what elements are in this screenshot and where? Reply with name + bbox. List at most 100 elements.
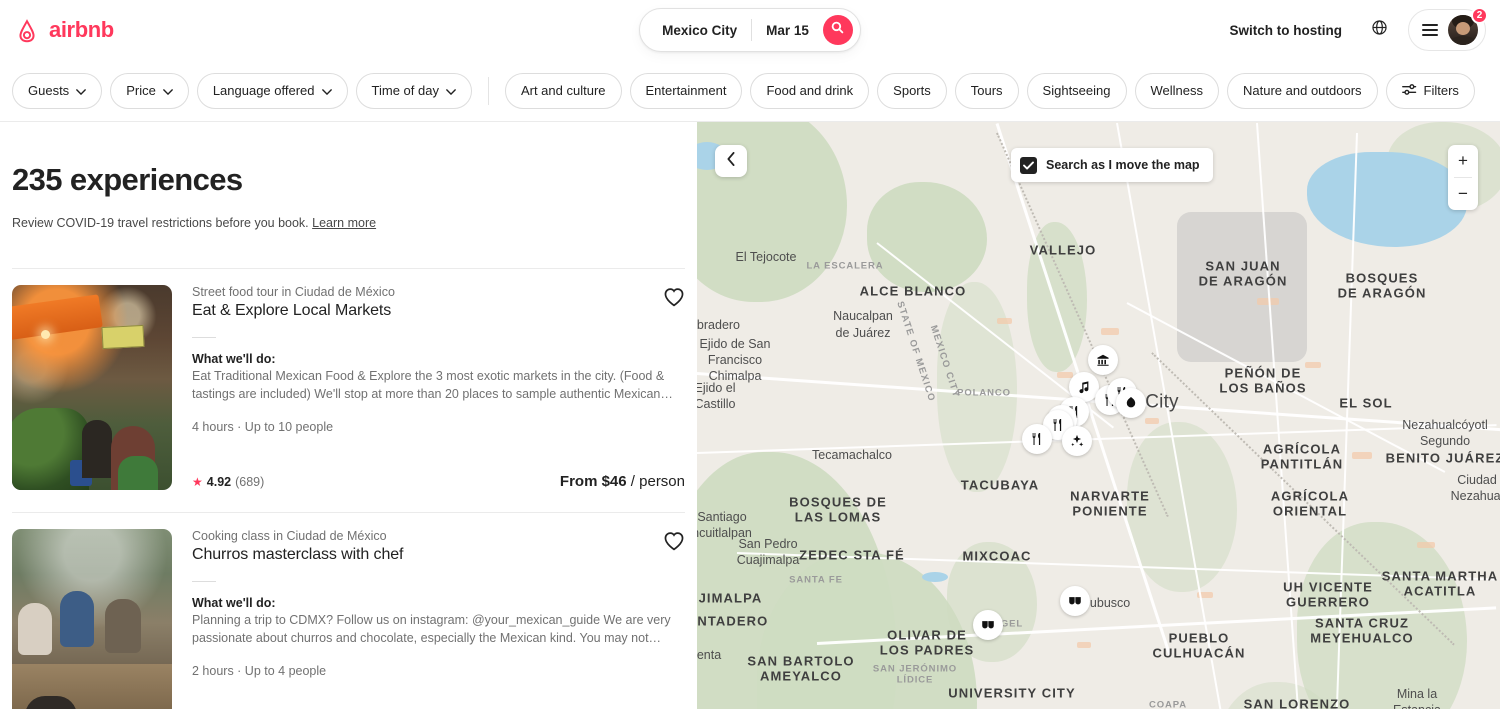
map-zoom-controls: + −	[1448, 145, 1478, 210]
map-label: POLANCO	[957, 389, 1011, 400]
map-label: LA ESCALERA	[806, 262, 883, 273]
covid-notice-text: Review COVID-19 travel restrictions befo…	[12, 216, 309, 230]
category-food-and-drink[interactable]: Food and drink	[750, 73, 869, 109]
listing-list: Street food tour in Ciudad de México Eat…	[12, 268, 685, 709]
search-bar[interactable]: Mexico City Mar 15	[639, 8, 861, 52]
filter-price[interactable]: Price	[110, 73, 189, 109]
airbnb-logo[interactable]: airbnb	[12, 15, 114, 45]
search-as-i-move-checkbox[interactable]	[1020, 157, 1037, 174]
map-panel[interactable]: VALLEJOEl TejocoteLA ESCALERAALCE BLANCO…	[697, 122, 1500, 709]
map-label: TACUBAYA	[961, 479, 1039, 494]
map-zoom-out-button[interactable]: −	[1448, 178, 1478, 210]
filter-language-offered[interactable]: Language offered	[197, 73, 348, 109]
filter-language-offered-label: Language offered	[213, 83, 315, 98]
map-label: LAS LOMAS	[795, 511, 881, 526]
category-nature-and-outdoors[interactable]: Nature and outdoors	[1227, 73, 1378, 109]
category-wellness[interactable]: Wellness	[1135, 73, 1220, 109]
filters-button[interactable]: Filters	[1386, 73, 1475, 109]
map-label: MEYEHUALCO	[1310, 632, 1413, 647]
map-zoom-in-button[interactable]: +	[1448, 145, 1478, 177]
map-pin-building[interactable]	[1088, 345, 1118, 375]
map-label: BOSQUES	[1346, 272, 1419, 287]
results-panel[interactable]: 235 experiences Review COVID-19 travel r…	[0, 122, 697, 709]
filter-time-of-day[interactable]: Time of day	[356, 73, 472, 109]
filters-icon	[1402, 83, 1417, 99]
map-pin-theater[interactable]	[1060, 586, 1090, 616]
chevron-down-icon	[322, 83, 332, 98]
category-sports[interactable]: Sports	[877, 73, 947, 109]
save-to-wishlist-button[interactable]	[663, 287, 685, 312]
search-location-value[interactable]: Mexico City	[662, 23, 751, 38]
map-label: UNIVERSITY CITY	[948, 687, 1076, 702]
category-tours[interactable]: Tours	[955, 73, 1019, 109]
covid-learn-more-link[interactable]: Learn more	[312, 216, 376, 230]
map-pin-sparkle[interactable]	[1062, 426, 1092, 456]
map-label: PUEBLO	[1169, 632, 1230, 647]
map-pin-food[interactable]	[1022, 424, 1052, 454]
map-label: enta	[697, 648, 721, 662]
filter-guests-label: Guests	[28, 83, 69, 98]
map-label: SANTA FE	[789, 576, 843, 587]
search-dates-value[interactable]: Mar 15	[752, 23, 823, 38]
language-globe-button[interactable]	[1360, 11, 1398, 49]
map-label: LOS BAÑOS	[1219, 382, 1306, 397]
listing-card[interactable]: Street food tour in Ciudad de México Eat…	[12, 268, 685, 512]
map-label: Nezahual	[1451, 489, 1500, 503]
listing-card[interactable]: Cooking class in Ciudad de México Churro…	[12, 512, 685, 709]
map-label: El Tejocote	[736, 250, 797, 264]
map-collapse-button[interactable]	[715, 145, 747, 177]
star-icon: ★	[192, 476, 203, 488]
filter-time-of-day-label: Time of day	[372, 83, 439, 98]
map-label: SANTA CRUZ	[1315, 617, 1409, 632]
airbnb-experiences-page: airbnb Mexico City Mar 15 Switch to host…	[0, 0, 1500, 709]
map-label: DE ARAGÓN	[1199, 275, 1288, 290]
music-icon	[1077, 380, 1091, 394]
category-art-and-culture[interactable]: Art and culture	[505, 73, 622, 109]
category-sightseeing[interactable]: Sightseeing	[1027, 73, 1127, 109]
map-label: NARVARTE	[1070, 490, 1150, 505]
listing-description: Eat Traditional Mexican Food & Explore t…	[192, 368, 685, 404]
save-to-wishlist-button[interactable]	[663, 531, 685, 556]
map-label: Mina la	[1397, 687, 1437, 701]
listing-meta: 4 hours · Up to 10 people	[192, 420, 685, 434]
map-label: LÍDICE	[897, 676, 934, 687]
map-label: Castillo	[697, 397, 736, 411]
map-label: City	[1145, 391, 1179, 412]
search-as-i-move-toggle[interactable]: Search as I move the map	[1011, 148, 1213, 182]
map-label: UH VICENTE	[1283, 581, 1373, 596]
listing-what-label: What we'll do:	[192, 352, 685, 366]
filter-guests[interactable]: Guests	[12, 73, 102, 109]
map-label: Francisco	[708, 353, 762, 367]
leaf-icon	[1124, 396, 1138, 410]
map-pin-leaf[interactable]	[1116, 388, 1146, 418]
hamburger-icon	[1422, 24, 1438, 36]
chevron-down-icon	[446, 83, 456, 98]
search-button[interactable]	[823, 15, 853, 45]
switch-to-hosting-link[interactable]: Switch to hosting	[1218, 13, 1355, 48]
search-as-i-move-label: Search as I move the map	[1046, 158, 1200, 172]
map-label: Cuajimalpa	[737, 553, 800, 567]
map-label: MIXCOAC	[962, 550, 1031, 565]
map-label: Naucalpan	[833, 309, 893, 323]
map-label: SAN JUAN	[1205, 260, 1280, 275]
listing-footer: ★ 4.92 (689) From $46 / person	[192, 473, 685, 490]
sparkle-icon	[1070, 434, 1084, 448]
search-icon	[831, 21, 844, 39]
map-label: ALCE BLANCO	[860, 285, 967, 300]
map-label: ZEDEC STA FÉ	[799, 549, 905, 564]
map-pin-theater[interactable]	[973, 610, 1003, 640]
filter-bar: Guests Price Language offered Time of da…	[0, 60, 1500, 122]
profile-menu-button[interactable]: 2	[1408, 9, 1486, 51]
map-label: SANTA MARTHA	[1382, 570, 1498, 585]
food-icon	[1030, 432, 1044, 446]
category-entertainment[interactable]: Entertainment	[630, 73, 743, 109]
chevron-left-icon	[726, 152, 736, 171]
airbnb-logo-icon	[12, 15, 42, 45]
map-label: Ejido de San	[700, 337, 771, 351]
listing-title[interactable]: Churros masterclass with chef	[192, 546, 685, 564]
listing-thumbnail[interactable]	[12, 285, 172, 490]
listing-thumbnail[interactable]	[12, 529, 172, 709]
listing-meta: 2 hours · Up to 4 people	[192, 664, 685, 678]
map-label: PANTITLÁN	[1261, 458, 1344, 473]
listing-title[interactable]: Eat & Explore Local Markets	[192, 302, 685, 320]
